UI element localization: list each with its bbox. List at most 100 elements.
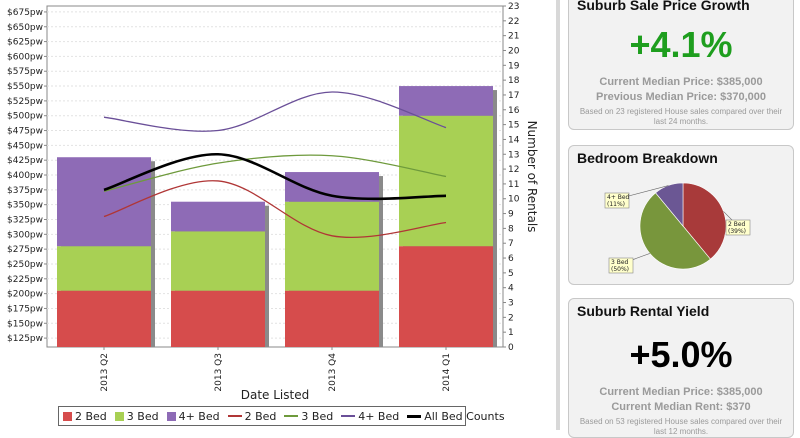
pie-label-text: 3 Bed xyxy=(611,259,629,266)
bar-segment-3bed xyxy=(399,115,493,247)
y-left-tick-label: $150pw xyxy=(7,319,43,329)
pie-label-percent: (39%) xyxy=(728,228,746,235)
y-right-tick-label: 22 xyxy=(508,17,519,27)
y-left-tick-label: $325pw xyxy=(7,215,43,225)
y-left-tick-label: $275pw xyxy=(7,245,43,255)
y-right-tick-label: 1 xyxy=(508,328,514,338)
y-left-tick-label: $250pw xyxy=(7,260,43,270)
bar-segment-4bed xyxy=(285,172,379,202)
legend-item: 2 Bed xyxy=(63,410,107,423)
y-right-tick-label: 17 xyxy=(508,91,519,101)
y-right-tick-label: 23 xyxy=(508,2,519,12)
y-left-tick-label: $375pw xyxy=(7,186,43,196)
chart-legend: 2 Bed 3 Bed 4+ Bed 2 Bed 3 Bed 4+ Bed All Bed … xyxy=(58,406,505,426)
y-left-tick-label: $525pw xyxy=(7,97,43,107)
bar-segment-4bed xyxy=(57,157,151,247)
legend-label: 2 Bed xyxy=(75,409,107,423)
bar-segment-2bed xyxy=(399,246,493,347)
y-right-tick-label: 2 xyxy=(508,313,514,323)
y-right-tick-label: 9 xyxy=(508,210,514,220)
yield-current-price: Current Median Price: $385,000 xyxy=(599,386,763,398)
y-right-tick-label: 5 xyxy=(508,269,514,279)
y-left-tick-label: $175pw xyxy=(7,304,43,314)
legend-swatch xyxy=(407,414,422,418)
legend-item: 4+ Bed xyxy=(166,409,220,423)
legend-label: 3 Bed xyxy=(301,409,334,423)
y-left-tick-label: $400pw xyxy=(7,171,43,181)
y-left-tick-label: $475pw xyxy=(7,127,43,137)
rental-chart-svg: $125pw $150pw $175pw $200pw $225pw $250pw $275… xyxy=(7,2,539,402)
y-left-tick-label: $300pw xyxy=(7,230,43,240)
y-left-tick-label: $575pw xyxy=(7,67,43,77)
yield-current-rent: Current Median Rent: $370 xyxy=(611,401,751,413)
y-right-tick-label: 10 xyxy=(508,195,520,205)
y-left-tick-label: $350pw xyxy=(7,201,43,211)
y-right-tick-label: 12 xyxy=(508,165,519,175)
y-right-axis-title: Number of Rentals xyxy=(525,121,539,233)
legend-item: 3 Bed xyxy=(284,410,333,423)
y-right-tick-label: 16 xyxy=(508,106,520,116)
yield-card-title: Suburb Rental Yield xyxy=(577,303,710,319)
x-tick-label: 2013 Q2 xyxy=(100,353,110,392)
growth-value: +4.1% xyxy=(629,24,733,65)
y-right-tick-label: 20 xyxy=(508,46,520,56)
bar-segment-3bed xyxy=(57,246,151,291)
rental-yield-card: Suburb Rental Yield +5.0% Current Median… xyxy=(568,298,794,438)
legend-swatch xyxy=(166,411,176,421)
legend-swatch xyxy=(227,415,242,417)
y-right-tick-label: 18 xyxy=(508,76,520,86)
y-right-tick-label: 0 xyxy=(508,343,514,353)
y-left-tick-label: $675pw xyxy=(7,8,43,18)
growth-note: Based on 23 registered House sales compa… xyxy=(579,107,783,126)
growth-current-price: Current Median Price: $385,000 xyxy=(599,76,763,88)
legend-label: 3 Bed xyxy=(126,409,159,423)
legend-swatch xyxy=(341,415,356,417)
bar-segment-4bed xyxy=(171,201,265,232)
y-right-tick-label: 8 xyxy=(508,224,514,234)
x-tick-label: 2013 Q3 xyxy=(214,353,224,392)
legend-item: 3 Bed xyxy=(114,409,159,423)
x-tick-label: 2014 Q1 xyxy=(442,353,452,392)
bar-segment-2bed xyxy=(57,290,151,347)
bar-segment-2bed xyxy=(285,290,379,347)
bedroom-breakdown-card: Bedroom Breakdown 2 Bed (39%) 3 Bed (50%) 4+… xyxy=(568,145,794,285)
y-right-tick-label: 14 xyxy=(508,135,520,145)
y-right-tick-label: 21 xyxy=(508,32,519,42)
y-left-tick-label: $200pw xyxy=(7,290,43,300)
legend-label: All Bed Counts xyxy=(424,409,505,423)
bar-segment-3bed xyxy=(285,201,379,291)
y-right-tick-label: 11 xyxy=(508,180,519,190)
legend-label: 4+ Bed xyxy=(178,409,220,423)
legend-swatch xyxy=(114,411,124,421)
pie-label-percent: (50%) xyxy=(611,266,629,273)
growth-card-title: Suburb Sale Price Growth xyxy=(577,0,750,13)
legend-swatch xyxy=(63,411,72,421)
y-left-tick-label: $225pw xyxy=(7,275,43,285)
sale-price-growth-card: Suburb Sale Price Growth +4.1% Current M… xyxy=(568,0,794,130)
y-left-tick-label: $600pw xyxy=(7,52,43,62)
y-left-tick-label: $500pw xyxy=(7,112,43,122)
legend-label: 4+ Bed xyxy=(358,409,400,423)
y-left-tick-label: $625pw xyxy=(7,38,43,48)
y-right-tick-label: 19 xyxy=(508,61,520,71)
y-left-tick-label: $425pw xyxy=(7,156,43,166)
bar-segment-3bed xyxy=(171,231,265,291)
growth-previous-price: Previous Median Price: $370,000 xyxy=(596,91,766,103)
y-right-tick-label: 15 xyxy=(508,121,519,131)
bar-segment-4bed xyxy=(399,86,493,116)
y-left-tick-label: $550pw xyxy=(7,82,43,92)
legend-label: 2 Bed xyxy=(244,409,277,423)
x-axis-title: Date Listed xyxy=(241,388,309,402)
yield-note: Based on 53 registered House sales compa… xyxy=(579,417,783,436)
y-right-tick-label: 7 xyxy=(508,239,514,249)
x-tick-label: 2013 Q4 xyxy=(328,353,338,392)
y-right-tick-label: 6 xyxy=(508,254,514,264)
pie-label-percent: (11%) xyxy=(607,201,625,208)
y-left-tick-label: $125pw xyxy=(7,334,43,344)
y-right-tick-label: 4 xyxy=(508,284,514,294)
rental-chart: $125pw $150pw $175pw $200pw $225pw $250pw $275… xyxy=(0,0,556,430)
legend-item: 2 Bed xyxy=(227,409,277,423)
yield-value: +5.0% xyxy=(629,334,733,375)
y-left-tick-label: $650pw xyxy=(7,23,43,33)
pie-label-text: 2 Bed xyxy=(728,221,746,228)
